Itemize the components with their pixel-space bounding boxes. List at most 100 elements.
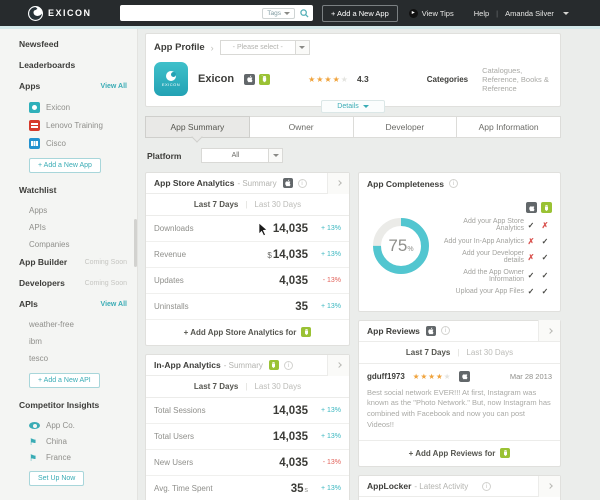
tags-filter-dropdown[interactable]: Tags: [262, 7, 295, 19]
sidebar-item-watchlist[interactable]: Watchlist: [19, 185, 56, 195]
info-icon[interactable]: i: [297, 178, 307, 188]
exicon-logo[interactable]: EXICON: [28, 5, 120, 21]
completeness-checklist: Add your App Store Analytics ✓ ✗ Add your …: [441, 202, 552, 301]
view-tips-link[interactable]: ▸ View Tips: [408, 8, 454, 18]
apple-icon: [282, 178, 293, 188]
sidebar-app-lenovo-training[interactable]: Lenovo Training: [29, 120, 127, 131]
topbar: EXICON Tags + Add a New App ▸ View Tips …: [0, 0, 600, 26]
info-icon[interactable]: i: [482, 481, 492, 491]
panel-expand-button[interactable]: [327, 354, 349, 376]
watchlist-companies[interactable]: Companies: [29, 240, 127, 249]
chevron-down-icon: [284, 11, 290, 15]
panel-expand-button[interactable]: [327, 172, 349, 194]
period-divider: |: [245, 382, 248, 391]
brand-name: EXICON: [48, 8, 92, 18]
metric-label: New Users: [154, 458, 194, 467]
period-last-7-days[interactable]: Last 7 Days: [194, 382, 238, 391]
app-label: Lenovo Training: [46, 121, 103, 130]
sidebar-app-exicon[interactable]: Exicon: [29, 102, 127, 113]
watchlist-apps[interactable]: Apps: [29, 206, 127, 215]
help-link[interactable]: Help: [474, 9, 489, 18]
completeness-percent: 75: [388, 236, 408, 255]
app-icon-swirl: [166, 71, 176, 81]
details-label: Details: [337, 103, 359, 110]
app-select-dropdown[interactable]: - Please select -: [219, 40, 310, 55]
user-menu-caret-icon[interactable]: [562, 11, 569, 15]
set-up-now-button[interactable]: Set Up Now: [29, 471, 85, 486]
search-icon[interactable]: [300, 8, 309, 18]
info-icon[interactable]: i: [449, 179, 458, 188]
period-last-7-days[interactable]: Last 7 Days: [406, 348, 450, 357]
sidebar-item-leaderboards[interactable]: Leaderboards: [19, 60, 75, 70]
period-last-30-days[interactable]: Last 30 Days: [254, 382, 301, 391]
metric-label: Revenue: [154, 250, 187, 259]
metric-value: 14,035: [272, 430, 308, 443]
completeness-donut: 75%: [369, 214, 433, 278]
metric-row-total-sessions: Total Sessions 14,035 + 13%: [146, 398, 349, 424]
details-toggle-button[interactable]: Details: [321, 100, 385, 113]
add-app-reviews-link[interactable]: + Add App Reviews for: [359, 441, 560, 466]
tab-developer[interactable]: Developer: [352, 116, 458, 138]
apple-icon: [244, 73, 256, 85]
info-icon[interactable]: i: [283, 360, 293, 370]
panel-expand-button[interactable]: [538, 475, 560, 497]
metric-value: 35: [295, 300, 308, 313]
tab-app-summary[interactable]: App Summary: [145, 116, 250, 138]
api-ibm[interactable]: ibm: [29, 337, 127, 346]
ios-status-mark: ✗: [527, 236, 535, 246]
panel-subtitle: - Summary: [223, 360, 263, 370]
user-menu[interactable]: Amanda Silver: [505, 9, 554, 18]
period-last-30-days[interactable]: Last 30 Days: [254, 200, 301, 209]
review-date: Mar 28 2013: [509, 371, 552, 381]
competitor-china[interactable]: ⚑ China: [29, 437, 127, 446]
competitor-france[interactable]: ⚑ France: [29, 453, 127, 462]
sidebar-add-app-button[interactable]: + Add a New App: [29, 158, 101, 173]
sidebar-item-apis[interactable]: APIs: [19, 299, 38, 309]
chevron-right-icon: [335, 362, 342, 368]
footer-label: + Add App Reviews for: [408, 448, 496, 458]
panel-title: AppLocker: [367, 481, 412, 491]
competitor-app-co[interactable]: App Co.: [29, 421, 127, 430]
tab-app-information[interactable]: App Information: [456, 116, 561, 138]
sidebar-add-api-button[interactable]: + Add a New API: [29, 373, 100, 388]
chevron-down-icon: [295, 40, 310, 55]
rating-stars: ★★★★★: [308, 74, 349, 84]
sidebar-item-app-builder[interactable]: App Builder: [19, 257, 67, 267]
android-status-mark: ✓: [541, 236, 549, 246]
watchlist-apis[interactable]: APIs: [29, 223, 127, 232]
tab-owner[interactable]: Owner: [248, 116, 354, 138]
search-input[interactable]: [124, 7, 263, 19]
platform-select[interactable]: All: [201, 148, 284, 163]
metric-value: $14,035: [267, 248, 308, 261]
api-weather-free[interactable]: weather-free: [29, 320, 127, 329]
period-last-7-days[interactable]: Last 7 Days: [194, 200, 238, 209]
sidebar-item-apps[interactable]: Apps: [19, 81, 40, 91]
metric-delta: + 13%: [320, 251, 341, 258]
sidebar-scrollbar-thumb[interactable]: [134, 219, 137, 267]
chevron-right-icon: [546, 483, 553, 489]
info-icon[interactable]: i: [440, 326, 450, 335]
lenovo-app-icon: [29, 120, 40, 131]
review-item: gduff1973 ★★★★★ Mar 28 2013 Best social …: [359, 364, 560, 441]
sidebar-item-competitor-insights[interactable]: Competitor Insights: [19, 400, 99, 410]
apps-view-all-link[interactable]: View All: [101, 83, 127, 90]
android-icon: [541, 202, 552, 213]
android-icon: [301, 327, 312, 337]
period-last-30-days[interactable]: Last 30 Days: [466, 348, 513, 357]
review-username: gduff1973: [367, 371, 405, 381]
api-tesco[interactable]: tesco: [29, 354, 127, 363]
metric-row-revenue: Revenue $14,035 + 13%: [146, 242, 349, 268]
period-divider: |: [245, 200, 248, 209]
apis-view-all-link[interactable]: View All: [101, 301, 127, 308]
sidebar-item-newsfeed[interactable]: Newsfeed: [19, 39, 59, 49]
panel-expand-button[interactable]: [538, 320, 560, 341]
flag-icon: ⚑: [29, 452, 38, 463]
chevron-right-icon: [546, 327, 553, 334]
sidebar-item-developers[interactable]: Developers: [19, 278, 65, 288]
tags-label: Tags: [267, 9, 281, 17]
sidebar-app-cisco[interactable]: Cisco: [29, 138, 127, 149]
add-new-app-button[interactable]: + Add a New App: [322, 4, 398, 22]
breadcrumb-sep: ›: [210, 42, 214, 53]
page-title: App Profile: [154, 42, 205, 53]
add-app-store-analytics-link[interactable]: + Add App Store Analytics for: [146, 320, 349, 345]
